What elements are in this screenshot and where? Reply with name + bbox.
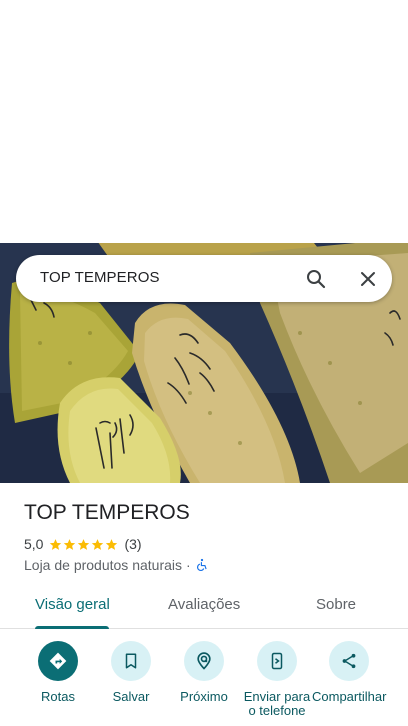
star-icon [92,538,104,550]
save-button[interactable]: Salvar [91,641,171,704]
share-label: Compartilhar [312,689,387,704]
tab-overview[interactable]: Visão geral [35,596,110,613]
send-to-phone-label: Enviar para o telefone [243,689,311,718]
category-row: Loja de produtos naturais · [24,557,209,573]
share-button[interactable]: Compartilhar [309,641,389,704]
rating-row[interactable]: 5,0 (3) [24,536,142,552]
send-to-phone-button[interactable]: Enviar para o telefone [237,641,317,718]
search-query[interactable]: TOP TEMPEROS [40,269,160,286]
tab-about[interactable]: Sobre [316,596,356,613]
star-icon [106,538,118,550]
send-to-phone-icon [257,641,297,681]
search-icon[interactable] [304,267,328,291]
star-icon [50,538,62,550]
nearby-label: Próximo [180,689,228,704]
directions-button[interactable]: Rotas [18,641,98,704]
rating-value: 5,0 [24,536,44,552]
save-label: Salvar [112,689,150,704]
tab-bar: Visão geral Avaliações Sobre [0,588,408,629]
star-icon [64,538,76,550]
separator: · [186,557,191,573]
share-icon [329,641,369,681]
action-bar: Rotas Salvar Próximo Enviar para o telef… [0,641,408,726]
place-panel: TOP TEMPEROS 5,0 (3) Loja de produtos na… [0,483,408,726]
directions-icon [38,641,78,681]
tab-reviews[interactable]: Avaliações [168,596,240,613]
review-count: (3) [124,536,142,552]
nearby-button[interactable]: Próximo [164,641,244,704]
search-bar[interactable]: TOP TEMPEROS [16,255,392,302]
nearby-icon [184,641,224,681]
place-category: Loja de produtos naturais [24,557,182,573]
close-icon[interactable] [356,267,380,291]
active-tab-indicator [35,626,109,629]
wheelchair-accessible-icon [196,558,207,571]
rating-stars [49,538,119,551]
star-icon [78,538,90,550]
place-title: TOP TEMPEROS [24,501,190,524]
bookmark-icon [111,641,151,681]
directions-label: Rotas [41,689,75,704]
